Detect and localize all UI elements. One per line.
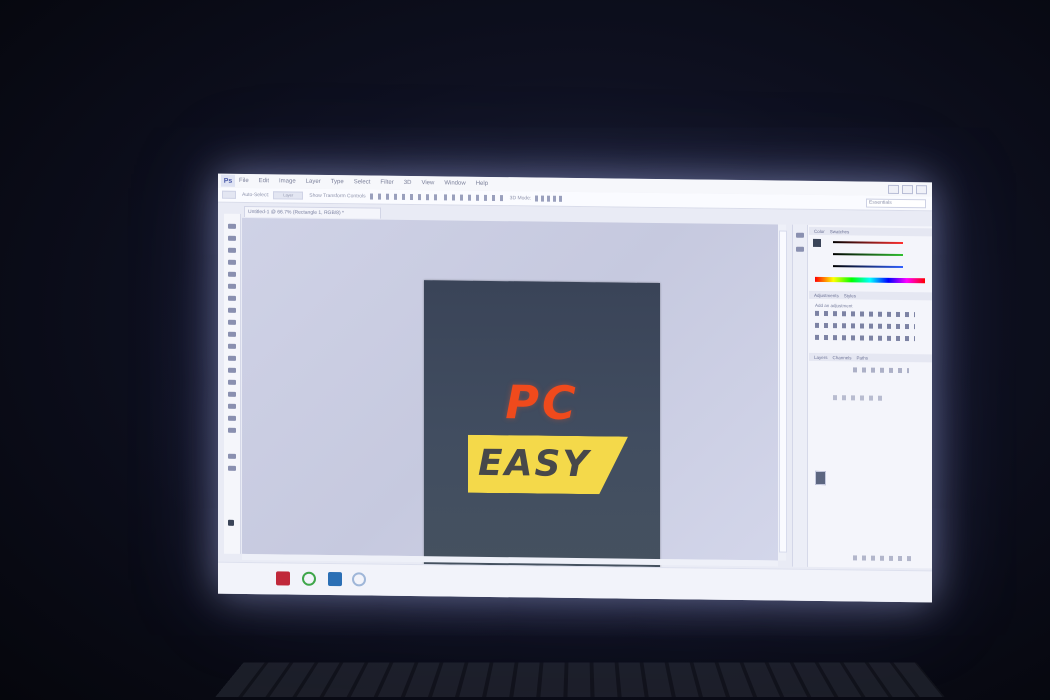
crop-tool-icon[interactable] bbox=[228, 271, 236, 277]
tab-styles[interactable]: Styles bbox=[844, 293, 856, 298]
hand-tool-icon[interactable] bbox=[228, 453, 236, 459]
move-tool-icon[interactable] bbox=[228, 223, 236, 229]
color-spectrum[interactable] bbox=[815, 276, 925, 284]
gradient-tool-icon[interactable] bbox=[228, 355, 236, 361]
foreground-color-swatch[interactable] bbox=[228, 519, 234, 526]
document-canvas[interactable]: PC EASY bbox=[424, 280, 660, 596]
layer-actions-icons[interactable] bbox=[853, 555, 913, 562]
type-tool-icon[interactable] bbox=[228, 403, 236, 409]
window-controls bbox=[888, 184, 927, 194]
menu-image[interactable]: Image bbox=[279, 178, 296, 184]
adjustments-panel-tabs: Adjustments Styles bbox=[809, 290, 932, 301]
menu-window[interactable]: Window bbox=[444, 180, 465, 186]
layer-row[interactable] bbox=[815, 453, 925, 466]
3d-mode-icons[interactable] bbox=[535, 195, 566, 202]
pc-logo-text[interactable]: PC bbox=[424, 375, 660, 430]
photoshop-logo-icon: Ps bbox=[221, 174, 235, 187]
menu-select[interactable]: Select bbox=[354, 179, 371, 185]
path-select-tool-icon[interactable] bbox=[228, 415, 236, 421]
menu-filter[interactable]: Filter bbox=[380, 180, 393, 186]
menu-edit[interactable]: Edit bbox=[259, 178, 269, 184]
layer-row[interactable] bbox=[815, 413, 925, 426]
menu-view[interactable]: View bbox=[421, 180, 434, 186]
layer-lock-controls[interactable] bbox=[833, 395, 883, 401]
chrome-icon[interactable] bbox=[302, 571, 316, 586]
menu-layer[interactable]: Layer bbox=[306, 179, 321, 185]
color-panel-tabs: Color Swatches bbox=[809, 226, 932, 237]
tab-color[interactable]: Color bbox=[814, 228, 825, 233]
green-slider[interactable] bbox=[833, 253, 903, 257]
lasso-tool-icon[interactable] bbox=[228, 247, 236, 253]
dodge-tool-icon[interactable] bbox=[228, 379, 236, 385]
tab-adjustments[interactable]: Adjustments bbox=[814, 292, 839, 297]
adjustment-hint: Add an adjustment bbox=[815, 302, 853, 309]
menu-help[interactable]: Help bbox=[476, 181, 488, 187]
tools-panel bbox=[224, 213, 241, 554]
workspace-switcher[interactable]: Essentials bbox=[866, 198, 926, 209]
minimize-button[interactable] bbox=[888, 184, 899, 194]
eraser-tool-icon[interactable] bbox=[228, 343, 236, 349]
adjustment-icons-row-1[interactable] bbox=[815, 310, 915, 318]
tab-channels[interactable]: Channels bbox=[833, 355, 852, 360]
clone-stamp-tool-icon[interactable] bbox=[228, 319, 236, 325]
app-icon-red[interactable] bbox=[276, 571, 290, 586]
history-brush-tool-icon[interactable] bbox=[228, 331, 236, 337]
layer-row-background[interactable] bbox=[815, 470, 925, 486]
menu-type[interactable]: Type bbox=[331, 179, 344, 185]
canvas-workspace[interactable]: PC EASY bbox=[242, 217, 778, 596]
layer-row[interactable] bbox=[815, 433, 925, 446]
3d-mode-label: 3D Mode: bbox=[509, 195, 532, 202]
transform-controls-checkbox[interactable]: Show Transform Controls bbox=[309, 193, 365, 200]
menu-file[interactable]: File bbox=[239, 178, 249, 184]
zoom-tool-icon[interactable] bbox=[228, 465, 236, 471]
foreground-color-chip[interactable] bbox=[813, 238, 821, 248]
blur-tool-icon[interactable] bbox=[228, 367, 236, 373]
quick-select-tool-icon[interactable] bbox=[228, 259, 236, 265]
history-panel-icon[interactable] bbox=[796, 232, 804, 238]
panel-icon-strip bbox=[793, 224, 808, 567]
tab-layers[interactable]: Layers bbox=[814, 354, 828, 359]
vertical-scroll-thumb[interactable] bbox=[779, 230, 787, 553]
actions-panel-icon[interactable] bbox=[796, 246, 804, 252]
layer-thumbnail bbox=[815, 470, 826, 486]
align-icons[interactable] bbox=[369, 193, 440, 201]
auto-select-dropdown[interactable]: Layer bbox=[273, 191, 304, 200]
document-tab[interactable]: Untitled-1 @ 66.7% (Rectangle 1, RGB/8) … bbox=[244, 205, 381, 219]
laptop-screen: Ps File Edit Image Layer Type Select Fil… bbox=[218, 173, 932, 603]
easy-banner-shape[interactable]: EASY bbox=[468, 435, 628, 495]
close-button[interactable] bbox=[916, 184, 927, 194]
blue-slider[interactable] bbox=[833, 265, 903, 269]
photoshop-icon[interactable] bbox=[328, 571, 342, 587]
move-tool-preset-icon[interactable] bbox=[222, 190, 236, 199]
loading-icon[interactable] bbox=[352, 572, 366, 587]
brush-tool-icon[interactable] bbox=[228, 307, 236, 313]
layers-panel-tabs: Layers Channels Paths bbox=[809, 352, 932, 363]
healing-brush-tool-icon[interactable] bbox=[228, 295, 236, 301]
red-slider[interactable] bbox=[833, 241, 903, 245]
laptop-keyboard bbox=[215, 662, 945, 697]
adjustment-icons-row-2[interactable] bbox=[815, 322, 915, 330]
maximize-button[interactable] bbox=[902, 184, 913, 194]
vertical-scrollbar[interactable] bbox=[778, 224, 787, 561]
easy-logo-text[interactable]: EASY bbox=[478, 444, 590, 485]
tab-swatches[interactable]: Swatches bbox=[830, 229, 850, 234]
auto-select-label[interactable]: Auto-Select: bbox=[242, 192, 269, 198]
pen-tool-icon[interactable] bbox=[228, 391, 236, 397]
right-panels: Color Swatches Adjustments Styles Add an… bbox=[792, 224, 932, 569]
menu-3d[interactable]: 3D bbox=[404, 180, 412, 186]
adjustment-icons-row-3[interactable] bbox=[815, 334, 915, 342]
eyedropper-tool-icon[interactable] bbox=[228, 283, 236, 289]
tab-paths[interactable]: Paths bbox=[857, 355, 869, 360]
distribute-icons[interactable] bbox=[443, 194, 504, 202]
marquee-tool-icon[interactable] bbox=[228, 235, 236, 241]
shape-tool-icon[interactable] bbox=[228, 427, 236, 433]
layer-blend-controls[interactable] bbox=[853, 367, 909, 374]
